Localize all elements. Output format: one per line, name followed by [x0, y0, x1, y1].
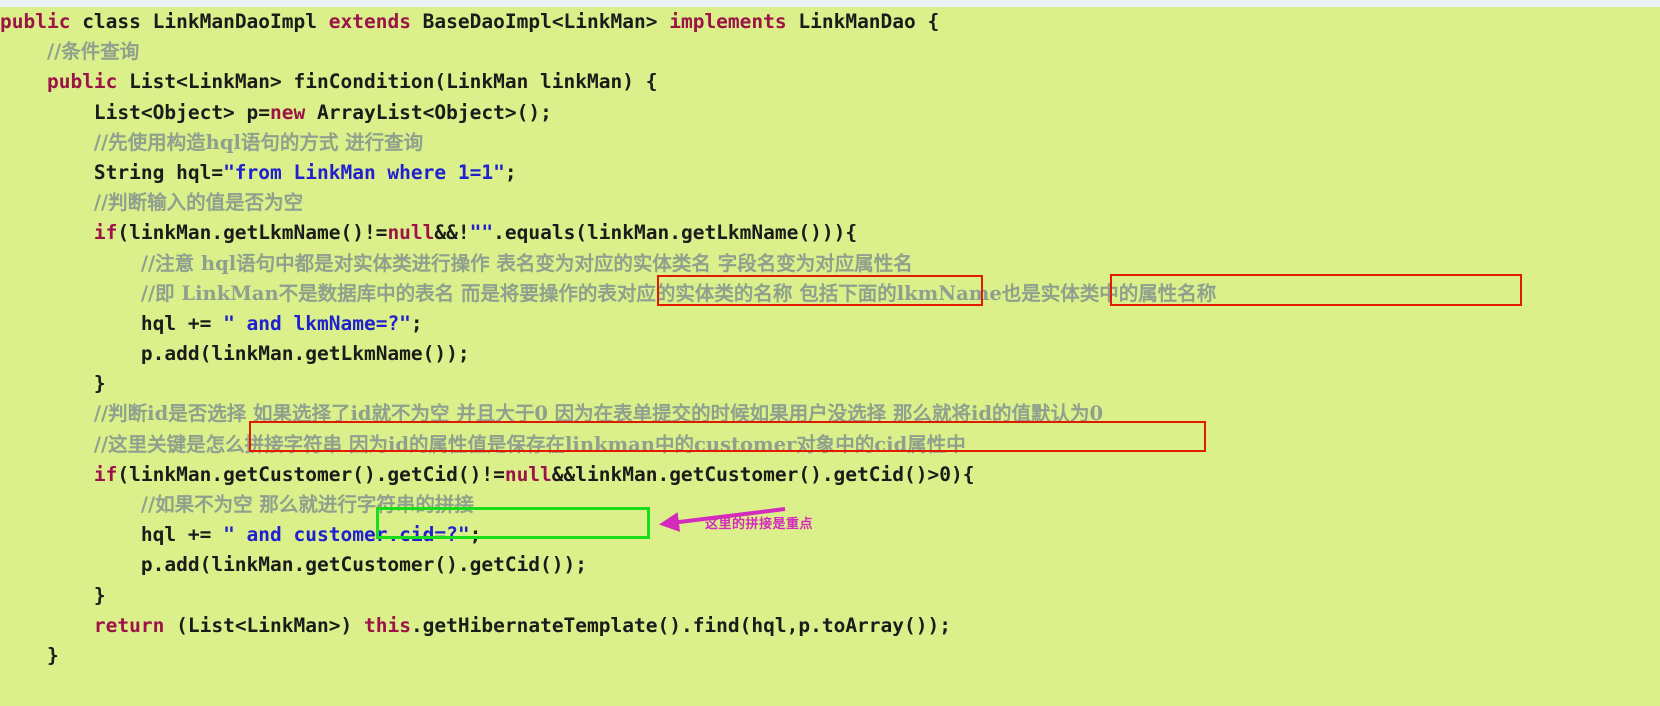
code-line: p.add(linkMan.getLkmName());: [0, 339, 1660, 369]
code-token: LinkManDao {: [786, 10, 940, 33]
code-token: //这里关键是怎么拼接字符串 因为id的属性值是保存在linkman中的cust…: [93, 432, 966, 456]
code-line: //条件查询: [0, 37, 1660, 67]
code-token: hql +=: [140, 311, 224, 335]
code-token: null: [504, 462, 552, 486]
code-token: LinkManDaoImpl: [152, 10, 329, 33]
code-token: }: [46, 643, 59, 667]
code-token: " and lkmName=?": [223, 311, 411, 335]
code-token: (linkMan.getCustomer().getCid()!=: [117, 462, 505, 486]
code-line: return (List<LinkMan>) this.getHibernate…: [0, 611, 1660, 641]
top-window-strip: [0, 0, 1660, 7]
code-token: //判断输入的值是否为空: [93, 191, 304, 215]
code-token: implements: [669, 10, 787, 33]
code-token: return: [93, 613, 165, 637]
code-line: p.add(linkMan.getCustomer().getCid());: [0, 550, 1660, 580]
code-token: new: [270, 100, 306, 124]
code-token: &&!: [434, 221, 470, 245]
code-token: (List<LinkMan>): [164, 613, 364, 637]
code-token: p.add(linkMan.getCustomer().getCid());: [140, 553, 588, 577]
code-token: List<LinkMan> finCondition(LinkMan linkM…: [117, 70, 658, 94]
code-listing: public class LinkManDaoImpl extends Base…: [0, 7, 1660, 671]
code-token: ;: [504, 160, 517, 184]
code-line: //这里关键是怎么拼接字符串 因为id的属性值是保存在linkman中的cust…: [0, 430, 1660, 460]
code-line: }: [0, 641, 1660, 671]
code-token: //条件查询: [46, 40, 140, 64]
code-token: this: [363, 613, 411, 637]
code-token: public: [0, 10, 71, 33]
code-token: //先使用构造hql语句的方式 进行查询: [93, 130, 424, 154]
code-line: if(linkMan.getLkmName()!=null&&!"".equal…: [0, 218, 1660, 248]
code-line: hql += " and customer.cid=?";: [0, 520, 1660, 550]
code-token: public: [46, 70, 118, 94]
code-token: (linkMan.getLkmName()!=: [117, 221, 388, 245]
concat-emphasis-note: 这里的拼接是重点: [705, 517, 814, 532]
code-screenshot: public class LinkManDaoImpl extends Base…: [0, 0, 1660, 706]
code-token: }: [93, 583, 106, 607]
code-token: &&linkMan.getCustomer().getCid()>0){: [551, 462, 975, 486]
code-token: ;: [469, 523, 482, 547]
code-token: hql +=: [140, 523, 224, 547]
code-token: .getHibernateTemplate().find(hql,p.toArr…: [410, 613, 951, 637]
code-token: p.add(linkMan.getLkmName());: [140, 342, 470, 366]
code-line: hql += " and lkmName=?";: [0, 309, 1660, 339]
code-line: //注意 hql语句中都是对实体类进行操作 表名变为对应的实体类名 字段名变为对…: [0, 249, 1660, 279]
code-token: ArrayList<Object>();: [305, 100, 552, 124]
code-token: //注意 hql语句中都是对实体类进行操作 表名变为对应的实体类名 字段名变为对…: [140, 251, 913, 275]
code-token: if: [93, 462, 118, 486]
code-line: public List<LinkMan> finCondition(LinkMa…: [0, 67, 1660, 97]
code-line: }: [0, 369, 1660, 399]
code-line: List<Object> p=new ArrayList<Object>();: [0, 98, 1660, 128]
code-line: public class LinkManDaoImpl extends Base…: [0, 7, 1660, 37]
code-token: BaseDaoImpl<LinkMan>: [410, 10, 670, 33]
code-token: //即 LinkMan不是数据库中的表名 而是将要操作的表对应的实体类的名称 包…: [140, 281, 1217, 305]
code-token: "from LinkMan where 1=1": [223, 160, 505, 184]
code-token: ;: [410, 311, 423, 335]
code-token: }: [93, 372, 106, 396]
code-line: //先使用构造hql语句的方式 进行查询: [0, 128, 1660, 158]
code-line: }: [0, 581, 1660, 611]
code-token: if: [93, 221, 118, 245]
code-line: //如果不为空 那么就进行字符串的拼接: [0, 490, 1660, 520]
code-token: List<Object> p=: [93, 100, 271, 124]
code-token: extends: [328, 10, 411, 33]
code-line: //即 LinkMan不是数据库中的表名 而是将要操作的表对应的实体类的名称 包…: [0, 279, 1660, 309]
code-line: //判断输入的值是否为空: [0, 188, 1660, 218]
code-token: class: [70, 10, 153, 33]
code-token: .equals(linkMan.getLkmName())){: [493, 221, 858, 245]
code-token: " and customer.cid=?": [223, 523, 470, 547]
code-token: "": [469, 221, 494, 245]
code-line: if(linkMan.getCustomer().getCid()!=null&…: [0, 460, 1660, 490]
code-token: null: [387, 221, 435, 245]
code-line: //判断id是否选择 如果选择了id就不为空 并且大于0 因为在表单提交的时候如…: [0, 399, 1660, 429]
code-line: String hql="from LinkMan where 1=1";: [0, 158, 1660, 188]
code-token: String hql=: [93, 160, 224, 184]
code-token: //如果不为空 那么就进行字符串的拼接: [140, 493, 474, 516]
code-token: //判断id是否选择 如果选择了id就不为空 并且大于0 因为在表单提交的时候如…: [93, 402, 1104, 426]
